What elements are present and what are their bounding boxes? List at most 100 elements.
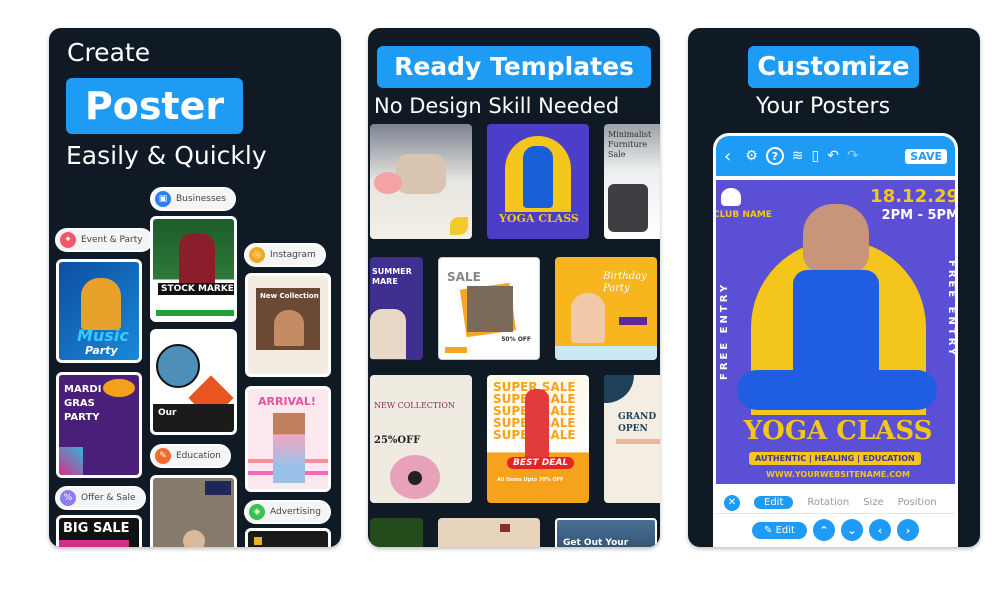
child-image: [571, 293, 605, 343]
headline-poster: Poster: [66, 78, 243, 134]
card-footer: [156, 310, 234, 316]
tab-edit[interactable]: Edit: [754, 496, 794, 509]
phone-mockup: ‹ ⚙ ? ≋ ▯ ↶ ↷ SAVE CLUB NAME 18.12.29 2P…: [713, 133, 958, 547]
info-bar: [616, 439, 660, 444]
tab-size[interactable]: Size: [863, 497, 884, 508]
category-advertising[interactable]: ◈ Advertising: [244, 500, 331, 524]
card-badge: [205, 481, 231, 495]
back-icon[interactable]: ‹: [724, 146, 731, 167]
template-happy-birthday[interactable]: [370, 124, 472, 239]
edit-button[interactable]: ✎ Edit: [752, 521, 807, 539]
settings-icon[interactable]: ⚙: [745, 148, 758, 164]
pencil-icon: ✎: [764, 524, 776, 536]
logo-mark: [500, 524, 510, 532]
template-green-card[interactable]: [370, 518, 423, 547]
redo-icon[interactable]: ↷: [847, 148, 859, 164]
person-image: [81, 278, 121, 330]
card-title: STOCK MARKET: [158, 283, 234, 295]
poster-title: YOGA CLASS: [743, 416, 933, 446]
poster-website: WWW.YOURWEBSITENAME.COM: [766, 470, 910, 479]
template-furniture-sale[interactable]: Minimalist Furniture Sale: [604, 124, 660, 239]
undo-icon[interactable]: ↶: [827, 148, 839, 164]
template-card-education[interactable]: [150, 475, 237, 547]
best-deal-badge: BEST DEAL: [507, 457, 575, 469]
category-businesses[interactable]: ▣ Businesses: [150, 187, 236, 211]
template-card-big-sale[interactable]: BIG SALE: [56, 515, 142, 547]
person-image: [396, 154, 446, 194]
headline-create: Create: [67, 38, 151, 67]
card-title: Music: [77, 326, 129, 345]
instagram-icon: ◎: [249, 247, 265, 263]
category-education[interactable]: ✎ Education: [150, 444, 231, 468]
help-icon[interactable]: ?: [765, 147, 784, 165]
move-up-button[interactable]: ⌃: [812, 519, 835, 541]
template-card-stock-market[interactable]: STOCK MARKET: [150, 216, 237, 322]
person-image: [274, 310, 304, 346]
page-icon[interactable]: ▯: [812, 148, 820, 164]
event-time: 2PM - 5PM: [881, 208, 958, 223]
move-down-button[interactable]: ⌄: [840, 519, 863, 541]
tab-position[interactable]: Position: [898, 497, 937, 508]
template-card-business[interactable]: Our: [150, 329, 237, 435]
template-new-collection[interactable]: NEW COLLECTION 25%OFF: [370, 375, 472, 503]
template-yoga-class[interactable]: YOGA CLASS: [487, 124, 589, 239]
close-icon[interactable]: ✕: [724, 494, 740, 511]
category-label: Instagram: [270, 250, 316, 260]
event-date: 18.12.29: [870, 186, 958, 207]
card-subtitle: Party: [85, 344, 118, 357]
template-get-out-card[interactable]: Get Out Your: [555, 518, 657, 547]
flower-center: [408, 471, 422, 485]
move-left-button[interactable]: ‹: [868, 519, 891, 541]
person-image: [156, 344, 200, 388]
template-beauty-card[interactable]: [438, 518, 540, 547]
cloud-shape: [555, 346, 657, 360]
category-label: Event & Party: [81, 235, 143, 245]
template-title: GRAND OPEN: [618, 412, 657, 434]
headline-customize: Customize: [748, 46, 919, 88]
editor-toolbar: ‹ ⚙ ? ≋ ▯ ↶ ↷ SAVE: [716, 136, 955, 176]
child-image: [370, 309, 406, 359]
offer-icon: %: [60, 490, 76, 506]
headline-your-posters: Your Posters: [756, 94, 891, 119]
template-discount: 25%OFF: [374, 435, 421, 446]
template-card-mardi-gras[interactable]: MARDI GRAS PARTY: [56, 372, 142, 478]
person-image: [525, 389, 549, 459]
move-right-button[interactable]: ›: [896, 519, 919, 541]
template-super-sale[interactable]: SUPER SALE SUPER SALE SUPER SALE SUPER SALE…: [487, 375, 589, 503]
save-button[interactable]: SAVE: [905, 148, 947, 164]
card-title: BIG SALE: [63, 521, 130, 536]
template-birthday[interactable]: Birthday Party: [555, 257, 657, 360]
yoga-poster-canvas[interactable]: CLUB NAME 18.12.29 2PM - 5PM FREE ENTRY …: [713, 176, 958, 488]
template-card-music-party[interactable]: Music Party: [56, 259, 142, 363]
edit-button-label: Edit: [775, 524, 795, 536]
club-name: CLUB NAME: [713, 210, 772, 220]
person-image: [523, 146, 553, 208]
card-title: New Collection: [260, 292, 319, 300]
person-image: [467, 286, 513, 332]
headline-easily: Easily & Quickly: [66, 141, 267, 170]
headline-no-design-skill: No Design Skill Needed: [374, 94, 620, 118]
template-title: Minimalist Furniture Sale: [608, 130, 652, 159]
card-title: Our: [158, 408, 177, 418]
template-sale[interactable]: SALE 50% OFF: [438, 257, 540, 360]
card-badge: [254, 537, 262, 545]
template-summer[interactable]: SUMMER MARE: [370, 257, 423, 360]
category-event-party[interactable]: ✦ Event & Party: [55, 228, 153, 252]
category-offer-sale[interactable]: % Offer & Sale: [55, 486, 146, 510]
person-head: [803, 204, 869, 274]
template-subtitle: All Items Upto 70% OFF: [497, 477, 564, 483]
template-card-advertising[interactable]: [245, 528, 331, 547]
template-card-arrival[interactable]: ARRIVAL!: [245, 386, 331, 492]
template-discount: 50% OFF: [501, 336, 531, 343]
briefcase-icon: ▣: [155, 191, 171, 207]
tab-rotation[interactable]: Rotation: [807, 497, 849, 508]
template-card-new-collection[interactable]: New Collection: [245, 273, 331, 377]
layers-icon[interactable]: ≋: [792, 148, 804, 164]
side-text-left: FREE ENTRY: [719, 281, 730, 380]
category-instagram[interactable]: ◎ Instagram: [244, 243, 326, 267]
screenshot-create-poster: Create Poster Easily & Quickly ▣ Busines…: [49, 28, 341, 547]
template-title: YOGA CLASS: [499, 212, 579, 225]
template-grand-open[interactable]: GRAND OPEN: [604, 375, 660, 503]
mask-image: [103, 379, 135, 397]
flower-shape: [374, 172, 402, 194]
